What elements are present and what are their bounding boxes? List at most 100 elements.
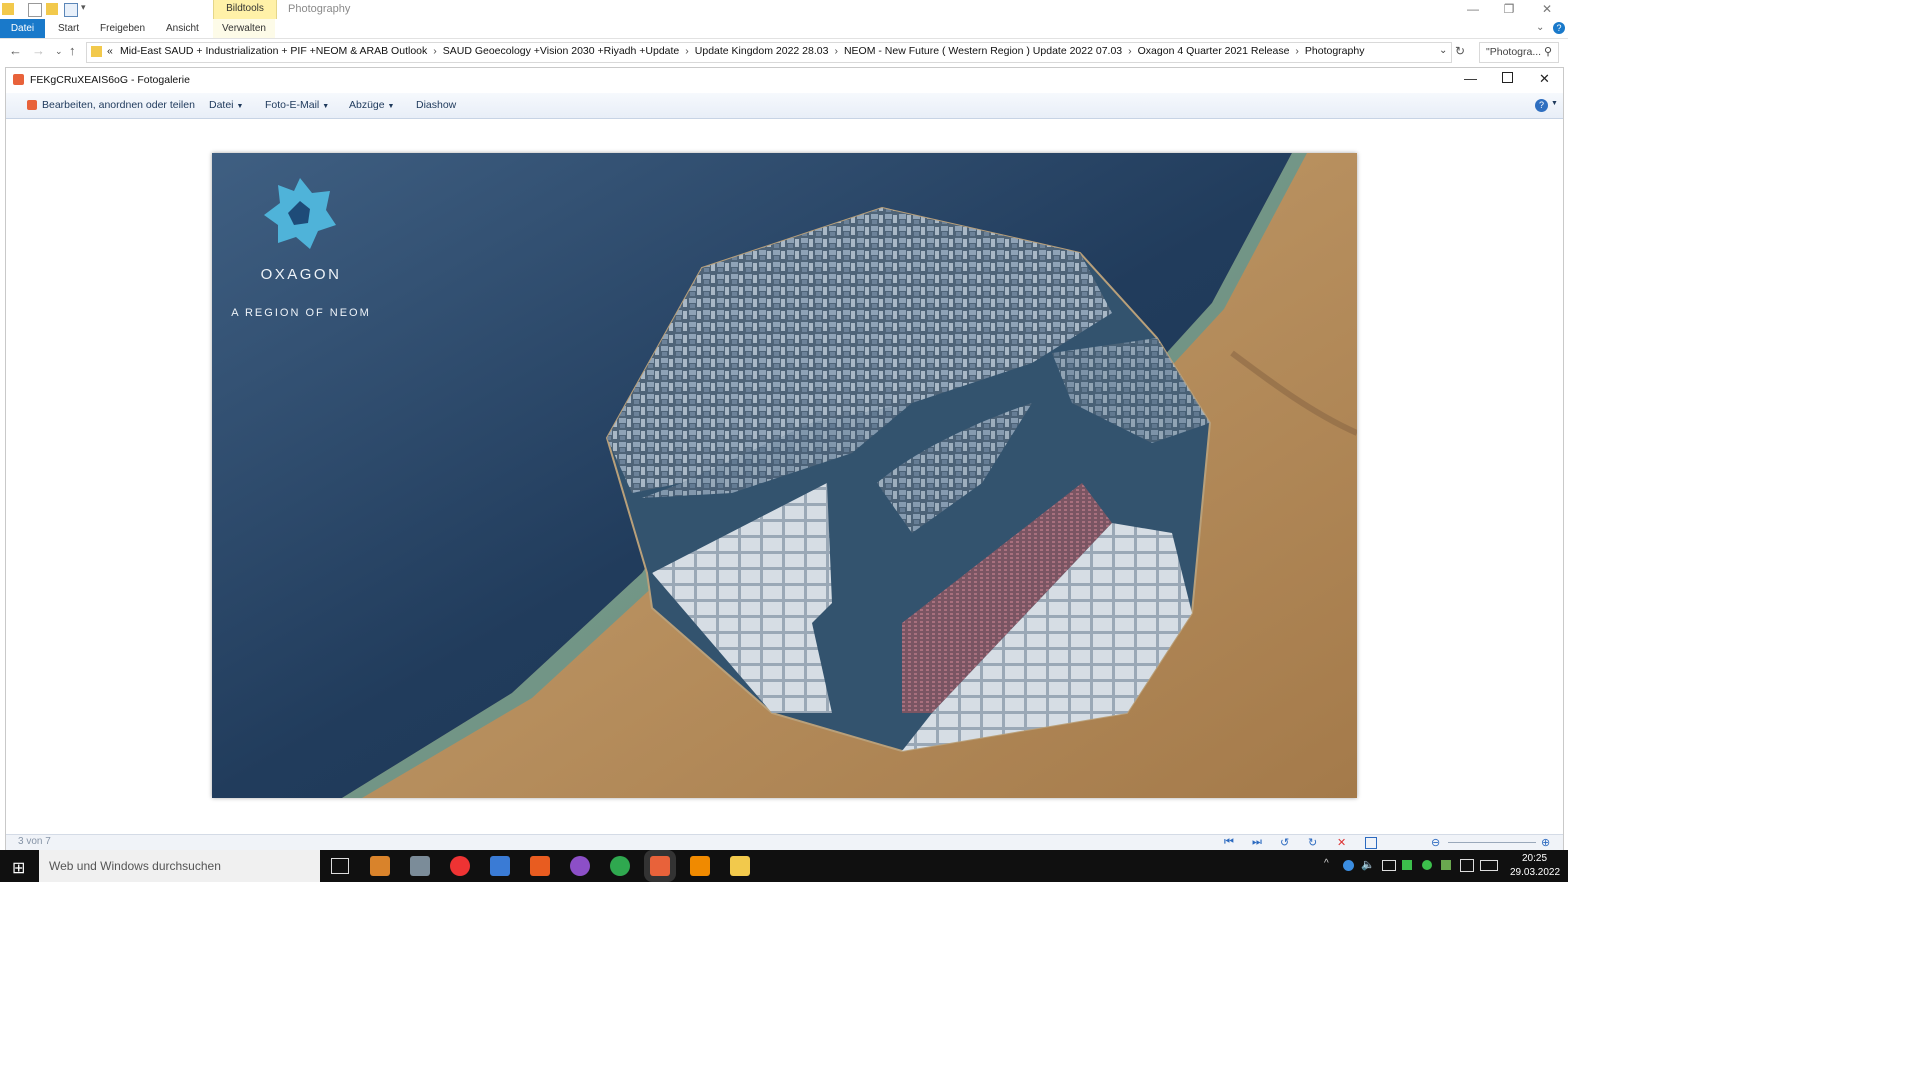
gallery-title-bar: FEKgCRuXEAIS6oG - Fotogalerie — ✕ [6,68,1563,93]
zoom-slider[interactable] [1448,842,1536,843]
maximize-icon[interactable] [1502,72,1513,83]
prints-button[interactable]: Abzüge ▼ [349,93,394,118]
fit-window-icon[interactable] [1365,837,1377,849]
zoom-out-icon[interactable]: ⊖ [1431,836,1440,849]
taskbar-search-placeholder: Web und Windows durchsuchen [49,859,221,873]
address-row: ← → ⌄ ↑ « Mid-East SAUD + Industrializat… [0,39,1568,64]
tab-verwalten[interactable]: Verwalten [213,19,275,38]
app-icon[interactable] [570,856,590,876]
volume-icon[interactable]: 🔈 [1361,858,1375,871]
crumb-item[interactable]: Photography [1305,45,1365,57]
neom-tagline: A REGION OF NEOM [231,307,371,319]
tray-app-icon[interactable] [1422,860,1432,870]
zoom-in-icon[interactable]: ⊕ [1541,836,1550,849]
properties-icon[interactable] [28,3,42,17]
file-menu-button[interactable]: Datei ▼ [209,93,243,118]
chrome-icon[interactable] [610,856,630,876]
prints-label: Abzüge [349,99,385,111]
crumb-item[interactable]: NEOM - New Future ( Western Region ) Upd… [844,45,1122,57]
photo-gallery-taskbar-icon[interactable] [650,856,670,876]
gallery-app-icon [13,74,24,85]
search-input[interactable]: "Photogra... ⚲ [1479,42,1559,63]
address-dropdown-icon[interactable]: ⌄ [1439,45,1447,56]
chevron-down-icon: ▼ [322,103,330,110]
quick-access-dropdown-icon[interactable]: ▾ [81,2,86,13]
tray-app-icon[interactable] [1441,860,1451,870]
new-folder-icon[interactable] [46,3,58,15]
minimize-icon[interactable]: — [1455,1,1491,17]
folder-icon[interactable] [2,3,14,15]
chevron-down-icon: ▼ [236,103,244,110]
window-title: Photography [288,3,351,15]
slideshow-button[interactable]: Diashow [416,93,456,118]
crumb-overflow[interactable]: « [107,45,113,57]
refresh-icon[interactable]: ↻ [1455,44,1465,58]
folder-icon [91,46,102,57]
chevron-right-icon[interactable]: › [685,45,689,57]
tray-app-icon[interactable] [1402,860,1412,870]
app-icon[interactable] [410,856,430,876]
taskbar-search-input[interactable]: Web und Windows durchsuchen [39,850,320,882]
photo-viewer[interactable]: OXAGON A REGION OF NEOM [212,153,1357,798]
app-icon[interactable] [530,856,550,876]
photo-email-button[interactable]: Foto-E-Mail ▼ [265,93,329,118]
edit-icon [27,100,37,110]
taskbar: ⊞ Web und Windows durchsuchen ^ 🔈 20:25 … [0,850,1568,882]
rename-icon[interactable] [64,3,78,17]
address-bar[interactable]: « Mid-East SAUD + Industrialization + PI… [86,42,1452,63]
search-icon[interactable]: ⚲ [1544,45,1552,58]
tab-start[interactable]: Start [58,19,79,38]
tray-app-icon[interactable] [1343,860,1354,871]
chevron-right-icon[interactable]: › [1128,45,1132,57]
chevron-right-icon[interactable]: › [433,45,437,57]
tab-ansicht[interactable]: Ansicht [166,19,199,38]
clock-date[interactable]: 29.03.2022 [1510,867,1560,878]
edit-arrange-share-button[interactable]: Bearbeiten, anordnen oder teilen [42,93,195,118]
recent-dropdown-icon[interactable]: ⌄ [55,46,63,57]
close-icon[interactable]: ✕ [1529,1,1565,17]
gallery-title: FEKgCRuXEAIS6oG - Fotogalerie [30,74,190,86]
help-icon[interactable]: ? [1535,99,1548,112]
message-icon[interactable] [1460,859,1474,872]
vlc-icon[interactable] [690,856,710,876]
context-tab-group: Bildtools [213,0,277,19]
crumb-item[interactable]: SAUD Geoecology +Vision 2030 +Riyadh +Up… [443,45,680,57]
ribbon-tabs: Datei Start Freigeben Ansicht Verwalten … [0,19,1568,39]
file-explorer-icon[interactable] [730,856,750,876]
chevron-right-icon[interactable]: › [1295,45,1299,57]
chevron-down-icon[interactable]: ▼ [1551,100,1558,107]
minimize-icon[interactable]: — [1464,71,1477,86]
close-icon[interactable]: ✕ [1539,71,1550,87]
app-icon[interactable] [370,856,390,876]
tray-expand-icon[interactable]: ^ [1324,858,1329,869]
up-icon[interactable]: ↑ [69,43,76,58]
keyboard-icon[interactable] [1480,860,1498,871]
crumb-item[interactable]: Oxagon 4 Quarter 2021 Release [1138,45,1290,57]
app-icon[interactable] [490,856,510,876]
next-icon[interactable]: ⏭ [1252,836,1262,849]
tab-freigeben[interactable]: Freigeben [100,19,145,38]
chevron-right-icon[interactable]: › [834,45,838,57]
photo-email-label: Foto-E-Mail [265,99,320,111]
chevron-down-icon: ▼ [387,103,395,110]
delete-icon[interactable]: ✕ [1337,836,1346,849]
explorer-title-bar: ▾ Bildtools Photography — ❐ ✕ [0,0,1568,19]
rotate-right-icon[interactable]: ↻ [1308,836,1317,849]
restore-icon[interactable]: ❐ [1491,1,1527,17]
crumb-item[interactable]: Update Kingdom 2022 28.03 [695,45,829,57]
ribbon-expand-icon[interactable]: ⌄ [1536,22,1544,33]
opera-icon[interactable] [450,856,470,876]
forward-icon[interactable]: → [32,43,45,58]
back-icon[interactable]: ← [9,43,22,58]
tab-datei[interactable]: Datei [0,19,45,38]
photo-gallery-window: FEKgCRuXEAIS6oG - Fotogalerie — ✕ Bearbe… [5,67,1564,852]
oxagon-render-image: OXAGON A REGION OF NEOM [212,153,1357,798]
previous-icon[interactable]: ⏮ [1224,836,1234,849]
clock-time[interactable]: 20:25 [1522,853,1547,864]
crumb-item[interactable]: Mid-East SAUD + Industrialization + PIF … [120,45,427,57]
task-view-icon[interactable] [331,858,349,874]
windows-start-icon[interactable]: ⊞ [12,858,25,878]
help-icon[interactable]: ? [1553,22,1565,34]
rotate-left-icon[interactable]: ↺ [1280,836,1289,849]
network-icon[interactable] [1382,860,1396,871]
